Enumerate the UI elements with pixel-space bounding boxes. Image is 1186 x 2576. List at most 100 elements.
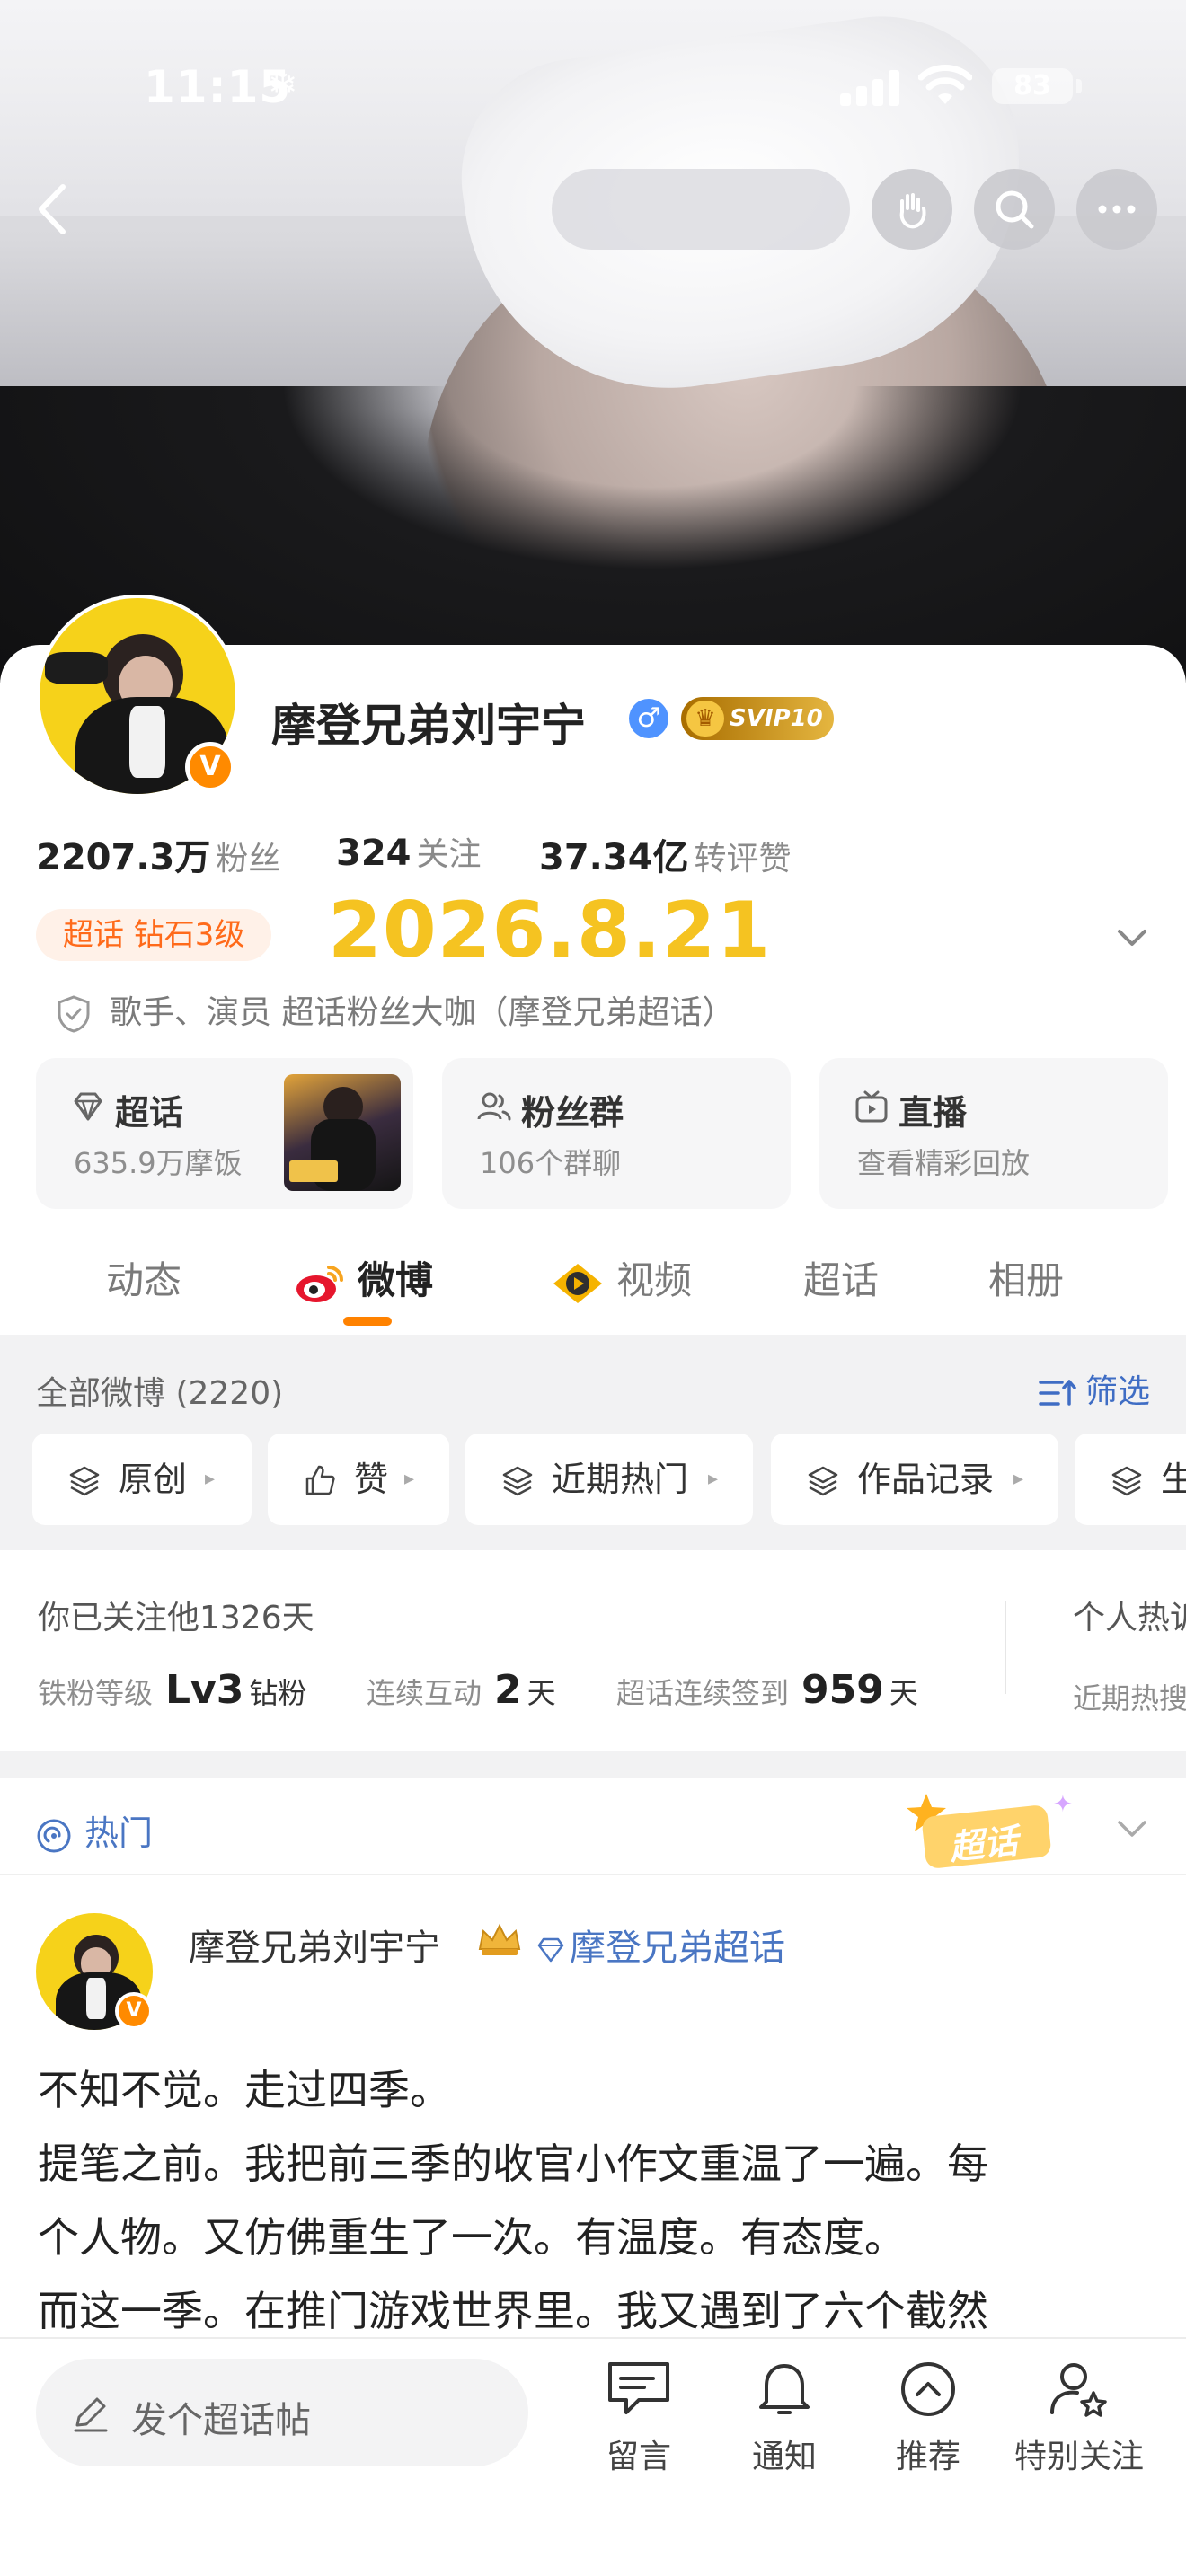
engagement-stat[interactable]: 37.34亿 转评赞 bbox=[539, 828, 792, 880]
weibo-count: 全部微博 (2220) bbox=[36, 1375, 284, 1412]
weibo-logo-icon bbox=[296, 1265, 343, 1302]
special-follow-button[interactable]: 特别关注 bbox=[1012, 2357, 1146, 2501]
chaohua-thumbnail bbox=[284, 1074, 401, 1191]
wifi-icon bbox=[918, 65, 972, 104]
feed-filter-section: 全部微博 (2220) 筛选 原创 ▸ 赞 ▸ 近期热门 ▸ 作品记录 ▸ 生 bbox=[0, 1335, 1186, 1550]
tab-weibo[interactable]: 微博 bbox=[295, 1250, 433, 1305]
chaohua-level-badge[interactable]: 超话 钻石3级 bbox=[36, 909, 272, 961]
tab-video[interactable]: 视频 bbox=[552, 1250, 692, 1305]
quick-card-title: 粉丝群 bbox=[521, 1093, 624, 1133]
profile-tabs: 动态 微博 视频 超话 相册 bbox=[0, 1232, 1186, 1331]
post-line: 个人物。又仿佛重生了一次。有温度。有态度。 bbox=[38, 2213, 906, 2262]
status-bar: 11:15 ❄ 83 bbox=[0, 54, 1186, 117]
quick-card-fan-group[interactable]: 粉丝群 106个群聊 bbox=[442, 1058, 791, 1209]
personal-hot-title[interactable]: 个人热诉 bbox=[1073, 1592, 1186, 1638]
post-body: 不知不觉。走过四季。 提笔之前。我把前三季的收官小作文重温了一遍。每 个人物。又… bbox=[38, 2053, 1161, 2348]
layers-icon bbox=[808, 1466, 838, 1496]
fan-level-label: 铁粉等级 bbox=[38, 1676, 154, 1710]
layers-icon bbox=[1111, 1466, 1142, 1496]
verification-text: 歌手、演员 超话粉丝大咖（摩登兄弟超话） bbox=[110, 994, 735, 1031]
crown-icon: ♛ bbox=[686, 701, 724, 737]
chip-label: 赞 bbox=[354, 1460, 389, 1499]
notification-label: 通知 bbox=[751, 2439, 817, 2475]
svip-badge[interactable]: ♛ SVIP10 bbox=[681, 697, 834, 740]
notification-button[interactable]: 通知 bbox=[726, 2357, 843, 2501]
checkin-streak-label: 超话连续签到 bbox=[616, 1676, 790, 1710]
following-label: 关注 bbox=[416, 836, 482, 873]
followers-label: 粉丝 bbox=[216, 841, 281, 878]
fan-stats-panel[interactable]: 你已关注他1326天 铁粉等级 Lv3 钻粉 连续互动 2 天 超话连续签到 959 天 个… bbox=[0, 1550, 1186, 1751]
quick-card-chaohua[interactable]: 超话 635.9万摩饭 bbox=[36, 1058, 413, 1209]
highlight-date: 2026.8.21 bbox=[328, 886, 772, 975]
search-button[interactable] bbox=[974, 169, 1055, 250]
compose-placeholder: 发个超话帖 bbox=[131, 2400, 311, 2441]
comment-icon bbox=[608, 2362, 669, 2414]
layers-icon bbox=[69, 1466, 100, 1496]
post-author-name[interactable]: 摩登兄弟刘宇宁 bbox=[189, 1919, 440, 1971]
special-follow-label: 特别关注 bbox=[1013, 2439, 1144, 2475]
tab-album[interactable]: 相册 bbox=[988, 1250, 1064, 1305]
verified-badge-icon: V bbox=[115, 1992, 153, 2030]
stats-divider bbox=[1005, 1601, 1006, 1694]
bottom-action-bar: 发个超话帖 留言 通知 推荐 特别关注 bbox=[0, 2337, 1186, 2576]
verification-info[interactable]: 歌手、演员 超话粉丝大咖（摩登兄弟超话） bbox=[56, 986, 734, 1034]
profile-name: 摩登兄弟刘宇宁 bbox=[271, 700, 586, 752]
chip-label: 近期热门 bbox=[552, 1460, 689, 1499]
search-bar[interactable] bbox=[552, 169, 850, 250]
chip-works[interactable]: 作品记录 ▸ bbox=[771, 1434, 1058, 1525]
tab-dynamic[interactable]: 动态 bbox=[106, 1250, 181, 1305]
top-navigation bbox=[0, 169, 1186, 250]
hot-label: 热门 bbox=[84, 1813, 154, 1853]
chip-like[interactable]: 赞 ▸ bbox=[268, 1434, 449, 1525]
chip-label: 作品记录 bbox=[857, 1460, 995, 1499]
more-button[interactable] bbox=[1076, 169, 1157, 250]
back-arrow-icon[interactable] bbox=[23, 178, 86, 241]
diamond-icon bbox=[74, 1092, 102, 1121]
chip-more[interactable]: 生 bbox=[1075, 1434, 1186, 1525]
chip-arrow-icon: ▸ bbox=[205, 1468, 216, 1490]
followers-count: 2207.3万 bbox=[36, 837, 211, 878]
following-stat[interactable]: 324 关注 bbox=[336, 828, 482, 875]
checkin-streak: 超话连续签到 959 天 bbox=[616, 1667, 918, 1713]
chevron-down-icon[interactable] bbox=[1112, 918, 1152, 957]
quick-card-live[interactable]: 直播 查看精彩回放 bbox=[819, 1058, 1168, 1209]
feed-post[interactable]: V 摩登兄弟刘宇宁 摩登兄弟超话 不知不觉。走过四季。 提笔之前。我把前三季的收… bbox=[0, 1877, 1186, 2335]
quick-card-subtitle: 635.9万摩饭 bbox=[74, 1146, 243, 1180]
engagement-label: 转评赞 bbox=[694, 841, 792, 878]
hot-section-header[interactable]: 热门 超话 ✦ bbox=[0, 1778, 1186, 1875]
quick-card-subtitle: 106个群聊 bbox=[480, 1146, 622, 1180]
section-gap bbox=[0, 1751, 1186, 1778]
chip-recent-hot[interactable]: 近期热门 ▸ bbox=[465, 1434, 753, 1525]
more-dots-icon bbox=[1098, 205, 1136, 214]
recent-hot-search: 近期热搜 bbox=[1073, 1681, 1186, 1716]
fan-level-value: Lv3 bbox=[165, 1667, 244, 1713]
shield-icon bbox=[58, 995, 90, 1033]
crown-icon bbox=[478, 1923, 521, 1955]
message-button[interactable]: 留言 bbox=[580, 2357, 697, 2501]
verified-badge-icon: V bbox=[185, 742, 235, 792]
quick-card-subtitle: 查看精彩回放 bbox=[857, 1146, 1031, 1180]
active-tab-indicator bbox=[343, 1317, 392, 1326]
sparkle-icon: ✦ bbox=[1053, 1791, 1073, 1818]
chip-original[interactable]: 原创 ▸ bbox=[32, 1434, 252, 1525]
filter-icon bbox=[1039, 1380, 1076, 1406]
filter-button[interactable]: 筛选 bbox=[1039, 1365, 1150, 1412]
recommend-button[interactable]: 推荐 bbox=[870, 2357, 987, 2501]
quick-card-title: 超话 bbox=[115, 1093, 184, 1133]
following-count: 324 bbox=[336, 833, 412, 874]
quick-cards: 超话 635.9万摩饭 粉丝群 106个群聊 直播 查看精彩回放 bbox=[36, 1058, 1168, 1209]
engagement-count: 37.34亿 bbox=[539, 837, 689, 878]
compose-post-input[interactable]: 发个超话帖 bbox=[36, 2359, 528, 2466]
followers-stat[interactable]: 2207.3万 粉丝 bbox=[36, 828, 280, 880]
post-topic-link[interactable]: 摩登兄弟超话 bbox=[535, 1919, 785, 1971]
follow-duration: 你已关注他1326天 bbox=[38, 1600, 314, 1636]
diamond-icon bbox=[537, 1937, 564, 1963]
chevron-down-icon[interactable] bbox=[1112, 1809, 1152, 1848]
search-icon bbox=[996, 190, 1034, 229]
fan-level-unit: 钻粉 bbox=[249, 1676, 307, 1710]
post-line: 不知不觉。走过四季。 bbox=[38, 2066, 451, 2114]
tab-chaohua[interactable]: 超话 bbox=[803, 1250, 879, 1305]
greeting-button[interactable] bbox=[872, 169, 952, 250]
interaction-streak-label: 连续互动 bbox=[367, 1676, 482, 1710]
video-play-icon bbox=[553, 1263, 602, 1303]
